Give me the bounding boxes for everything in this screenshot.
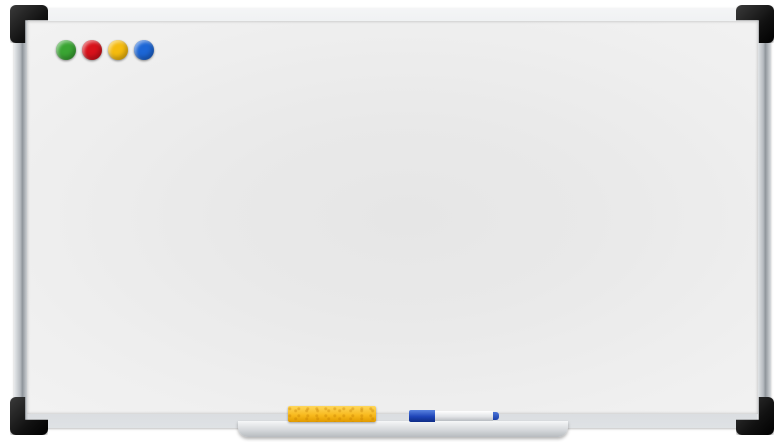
green-magnet[interactable] xyxy=(56,40,76,60)
marker-cap xyxy=(409,410,435,422)
red-magnet[interactable] xyxy=(82,40,102,60)
blue-marker[interactable] xyxy=(409,410,499,422)
blue-magnet[interactable] xyxy=(134,40,154,60)
eraser[interactable] xyxy=(288,406,376,422)
marker-body xyxy=(435,411,493,421)
frame-right-rail xyxy=(757,8,771,428)
marker-tray xyxy=(238,421,568,437)
yellow-magnet[interactable] xyxy=(108,40,128,60)
whiteboard-scene xyxy=(0,0,784,442)
magnet-group xyxy=(56,40,154,60)
whiteboard-surface[interactable] xyxy=(27,21,758,414)
marker-tip xyxy=(493,412,499,420)
frame-left-rail xyxy=(14,8,28,428)
